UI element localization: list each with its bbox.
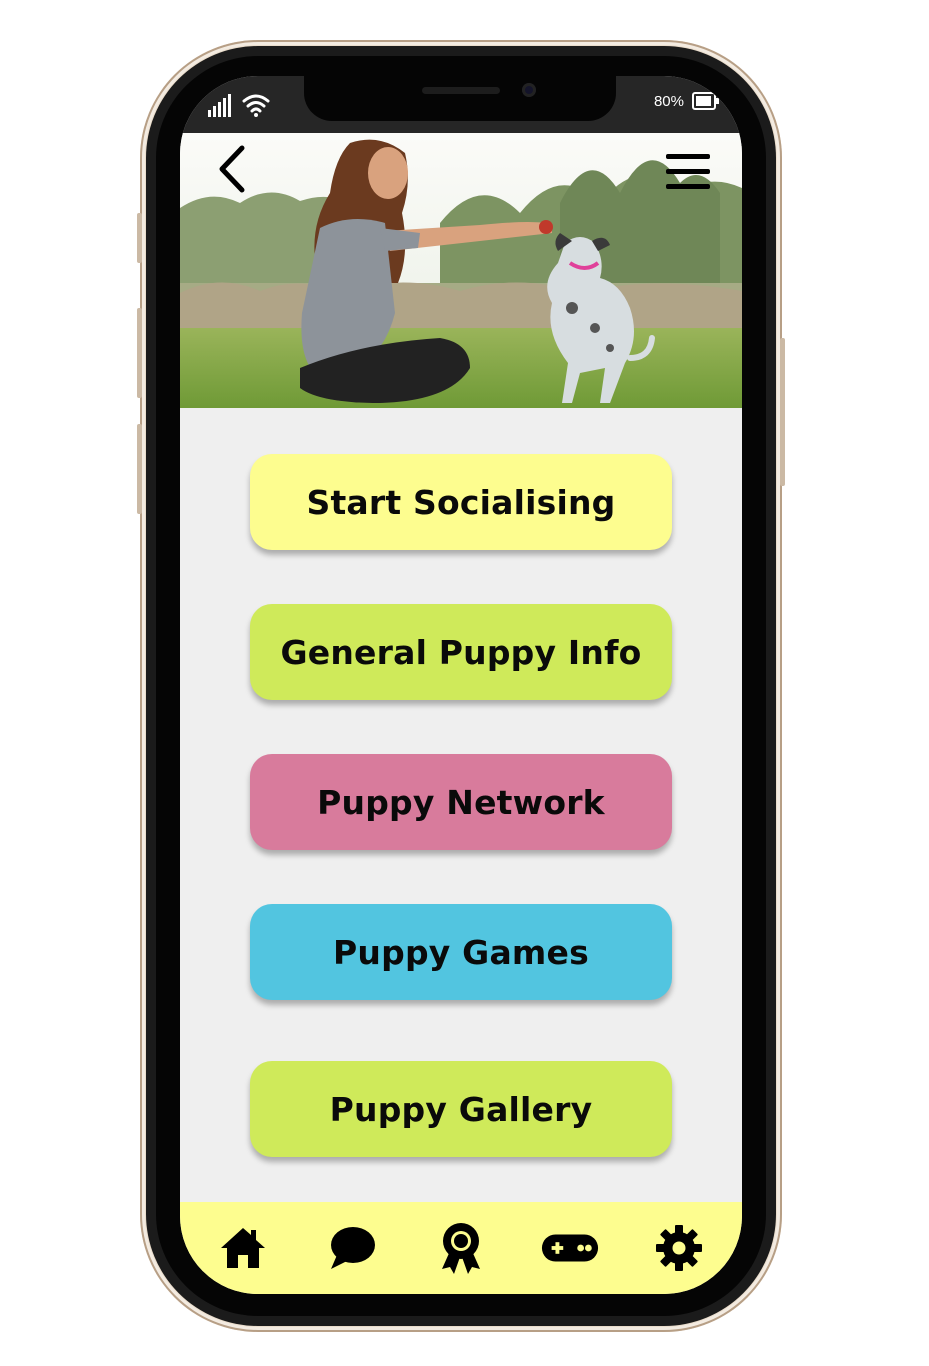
tab-settings[interactable]: [649, 1218, 709, 1278]
gamepad-icon: [542, 1234, 599, 1262]
power-button: [780, 338, 785, 486]
tab-chat[interactable]: [322, 1218, 382, 1278]
status-left: [208, 90, 270, 118]
settings-gear-icon: [656, 1225, 703, 1271]
tab-games[interactable]: [540, 1218, 600, 1278]
puppy-games-label: Puppy Games: [333, 932, 589, 972]
battery-icon: [692, 92, 719, 110]
signal-icon: [208, 94, 231, 117]
battery-percent: 80%: [653, 92, 684, 110]
puppy-gallery-label: Puppy Gallery: [329, 1089, 593, 1129]
girl-training-puppy-photo: [180, 133, 742, 408]
puppy-gallery-button[interactable]: Puppy Gallery: [250, 1061, 672, 1157]
chat-icon: [330, 1227, 375, 1269]
start-socialising-label: Start Socialising: [306, 482, 616, 522]
status-right: 80%: [654, 92, 720, 110]
notch: [304, 76, 616, 121]
puppy-network-button[interactable]: Puppy Network: [250, 754, 672, 850]
menu-button[interactable]: [664, 152, 712, 192]
status-bar: 80%: [180, 76, 742, 133]
general-puppy-info-button[interactable]: General Puppy Info: [250, 604, 672, 700]
puppy-network-label: Puppy Network: [317, 782, 605, 822]
chevron-left-icon: [219, 145, 245, 193]
volume-up-button: [137, 308, 142, 398]
hero-illustration: [180, 133, 742, 408]
puppy-games-button[interactable]: Puppy Games: [250, 904, 672, 1000]
tab-awards[interactable]: [431, 1218, 491, 1278]
bottom-nav-bar: [180, 1202, 742, 1294]
award-ribbon-icon: [441, 1223, 480, 1274]
home-icon: [220, 1228, 265, 1268]
phone-screen: 80% Start Socialising General Puppy Info…: [180, 76, 742, 1294]
general-puppy-info-label: General Puppy Info: [280, 632, 642, 672]
hamburger-menu-icon: [666, 154, 710, 189]
speaker-grille: [422, 87, 500, 94]
volume-down-button: [137, 424, 142, 514]
front-camera: [522, 83, 536, 97]
tab-home[interactable]: [213, 1218, 273, 1278]
back-button[interactable]: [214, 144, 254, 194]
start-socialising-button[interactable]: Start Socialising: [250, 454, 672, 550]
wifi-icon: [242, 94, 270, 117]
mute-switch: [137, 213, 142, 263]
